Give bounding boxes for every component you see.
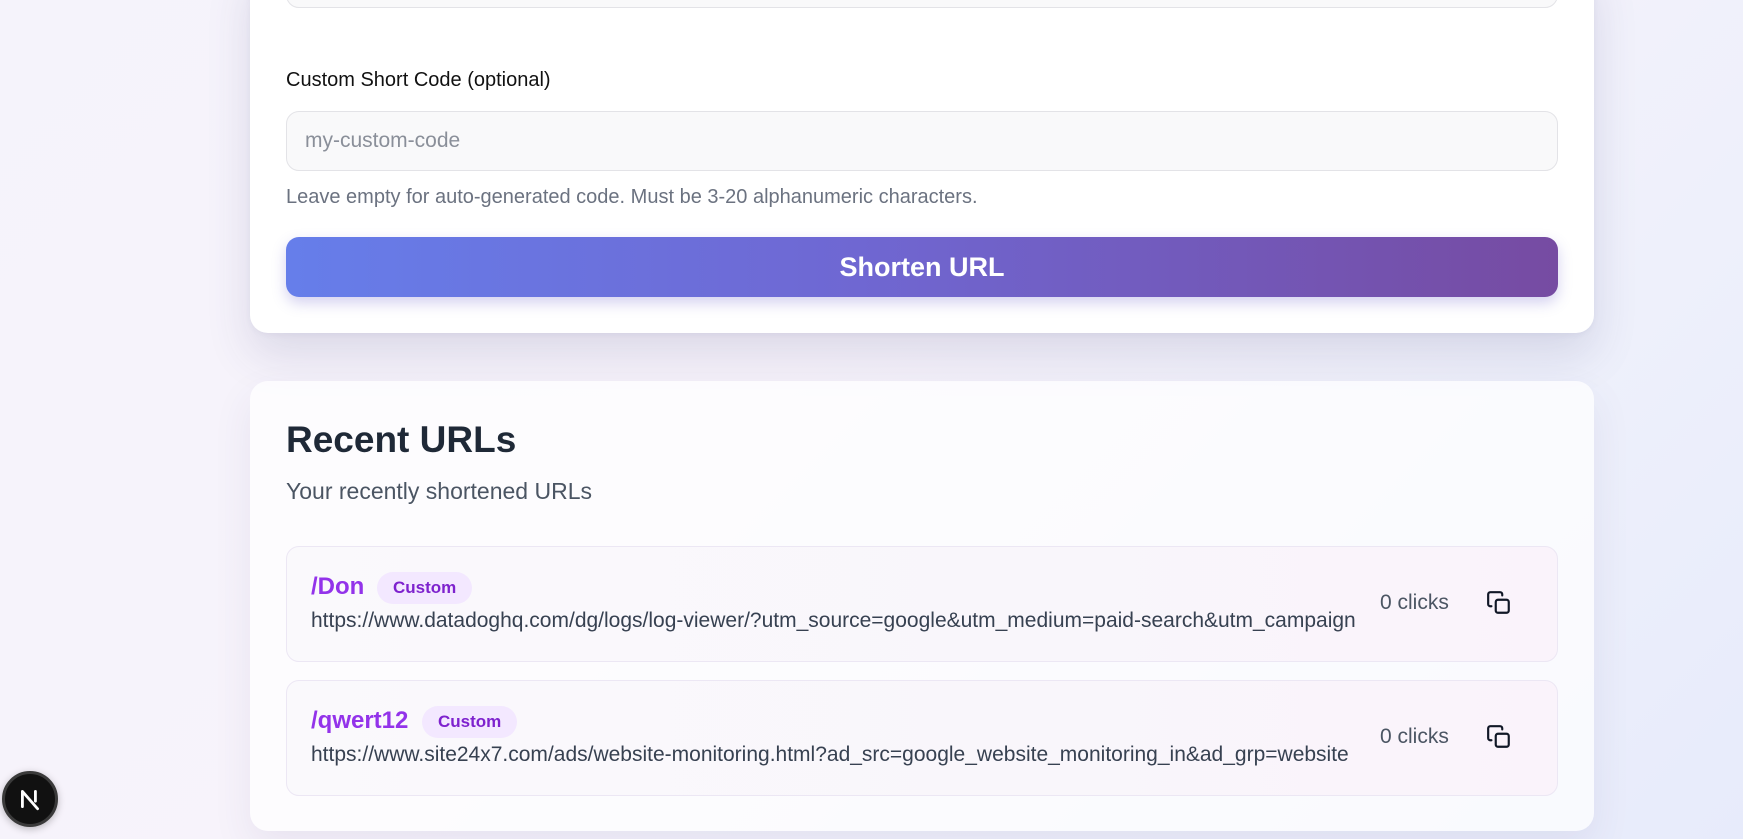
recent-urls-card: Recent URLs Your recently shortened URLs… [250,381,1594,831]
short-code-link[interactable]: /qwert12 [311,707,408,735]
recent-url-item: /Don Custom https://www.datadoghq.com/dg… [286,546,1558,662]
recent-url-item: /qwert12 Custom https://www.site24x7.com… [286,680,1558,796]
nextjs-logo-icon [21,790,39,811]
custom-code-helper-text: Leave empty for auto-generated code. Mus… [286,186,978,208]
recent-urls-title: Recent URLs [286,419,517,460]
custom-code-label: Custom Short Code (optional) [286,69,551,91]
nextjs-dev-badge[interactable] [2,771,58,827]
short-code-link[interactable]: /Don [311,573,364,601]
copy-button[interactable] [1481,585,1517,621]
recent-urls-subtitle: Your recently shortened URLs [286,478,592,504]
shorten-form-card: Custom Short Code (optional) Leave empty… [250,0,1594,333]
copy-icon [1487,725,1510,748]
custom-badge: Custom [422,706,518,738]
original-url-text: https://www.datadoghq.com/dg/logs/log-vi… [311,609,1356,632]
shorten-url-button[interactable]: Shorten URL [286,237,1558,297]
copy-button[interactable] [1481,719,1517,755]
custom-code-input[interactable] [286,111,1558,171]
click-count: 0 clicks [1380,725,1449,748]
original-url-text: https://www.site24x7.com/ads/website-mon… [311,743,1349,766]
long-url-input[interactable] [286,0,1558,8]
custom-badge: Custom [377,572,473,604]
click-count: 0 clicks [1380,591,1449,614]
copy-icon [1487,591,1510,614]
